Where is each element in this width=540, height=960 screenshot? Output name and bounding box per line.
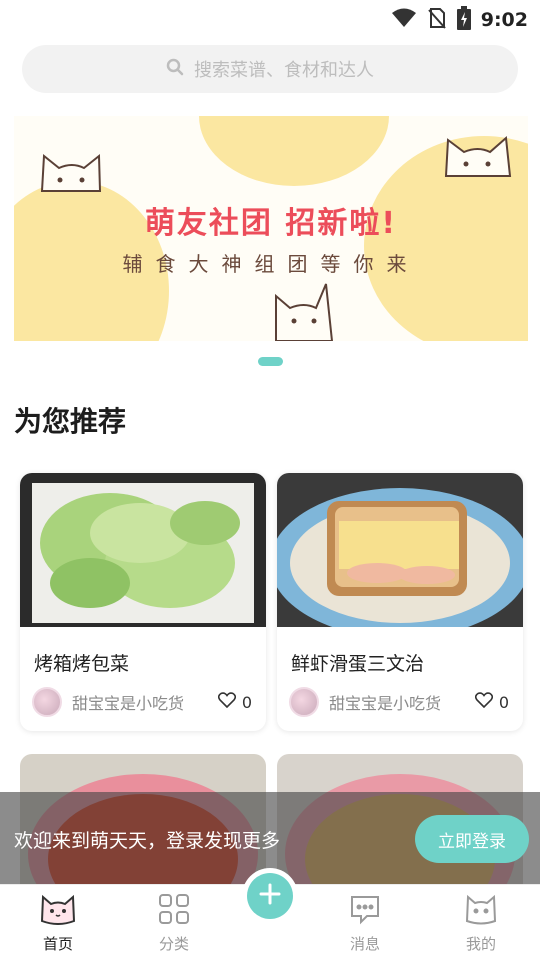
search-input[interactable]: 搜索菜谱、食材和达人 — [22, 45, 518, 93]
battery-charging-icon — [456, 6, 471, 34]
author-name: 甜宝宝是小吃货 — [329, 694, 442, 713]
recipe-card[interactable]: 烤箱烤包菜 甜宝宝是小吃货 0 — [20, 473, 266, 731]
tab-category[interactable]: 分类 — [134, 893, 214, 957]
like-button[interactable]: 0 — [217, 692, 252, 712]
card-author-row: 甜宝宝是小吃货 0 — [32, 687, 252, 717]
status-icons: 9:02 — [391, 6, 528, 34]
banner-title: 萌友社团 招新啦! — [144, 206, 398, 241]
tab-label: 分类 — [158, 935, 189, 953]
cat-illustration-left — [40, 153, 102, 192]
status-bar: 9:02 — [0, 0, 540, 36]
recipe-card[interactable]: 鲜虾滑蛋三文治 甜宝宝是小吃货 0 — [277, 473, 523, 731]
add-button-circle — [247, 873, 293, 919]
avatar[interactable] — [32, 687, 62, 717]
wifi-icon — [391, 8, 417, 32]
heart-icon — [474, 692, 493, 712]
author-name: 甜宝宝是小吃货 — [72, 694, 185, 713]
login-button[interactable]: 立即登录 — [415, 815, 529, 863]
login-prompt-text: 欢迎来到萌天天，登录发现更多 — [14, 830, 281, 852]
promo-banner[interactable]: 萌友社团 招新啦! 辅食大神组团等你来 — [14, 116, 528, 341]
section-title: 为您推荐 — [14, 405, 127, 438]
tab-messages[interactable]: 消息 — [325, 893, 405, 957]
tab-label: 首页 — [42, 935, 73, 953]
banner-page-indicator — [258, 357, 283, 366]
message-icon — [349, 893, 381, 929]
tab-home[interactable]: 首页 — [18, 893, 98, 957]
tab-label: 我的 — [465, 935, 496, 953]
add-button[interactable] — [242, 868, 298, 924]
recipe-title: 鲜虾滑蛋三文治 — [291, 653, 425, 675]
profile-icon — [464, 893, 498, 929]
like-count: 0 — [498, 692, 509, 712]
heart-icon — [217, 692, 236, 712]
recipe-photo — [20, 473, 266, 627]
like-count: 0 — [241, 692, 252, 712]
status-time: 9:02 — [480, 9, 528, 31]
no-sim-icon — [427, 7, 447, 33]
like-button[interactable]: 0 — [474, 692, 509, 712]
recipe-photo — [277, 473, 523, 627]
search-icon — [166, 58, 184, 80]
cat-face-icon — [38, 893, 78, 929]
grid-icon — [158, 893, 190, 929]
banner-subtitle: 辅食大神组团等你来 — [122, 252, 420, 276]
card-author-row: 甜宝宝是小吃货 0 — [289, 687, 509, 717]
tab-label: 消息 — [349, 935, 380, 953]
recipe-title: 烤箱烤包菜 — [34, 653, 130, 675]
plus-icon — [259, 883, 281, 909]
tab-profile[interactable]: 我的 — [441, 893, 521, 957]
search-placeholder: 搜索菜谱、食材和达人 — [194, 60, 374, 81]
avatar[interactable] — [289, 687, 319, 717]
